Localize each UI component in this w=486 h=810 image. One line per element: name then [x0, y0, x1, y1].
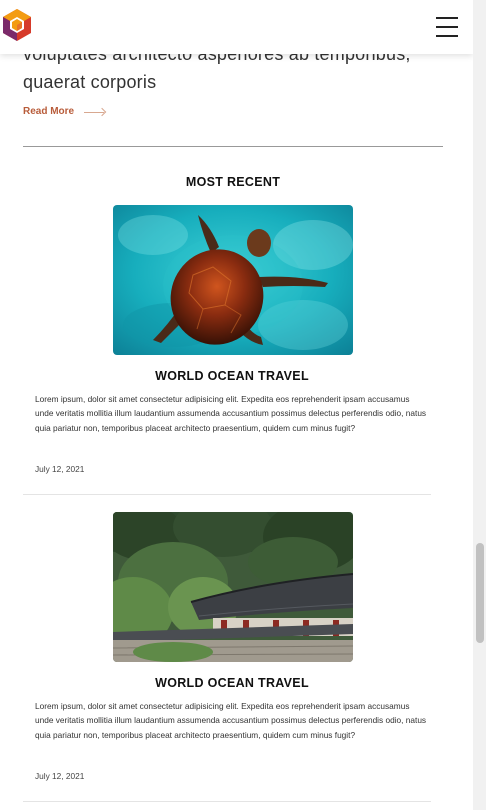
- post-date: July 12, 2021: [35, 464, 85, 474]
- read-more-link[interactable]: Read More: [23, 106, 106, 117]
- read-more-label: Read More: [23, 106, 75, 117]
- post-title[interactable]: WORLD OCEAN TRAVEL: [23, 676, 441, 690]
- post-title[interactable]: WORLD OCEAN TRAVEL: [23, 369, 441, 383]
- card-divider: [23, 494, 431, 495]
- post-date: July 12, 2021: [35, 771, 85, 781]
- post-excerpt: Lorem ipsum, dolor sit amet consectetur …: [35, 701, 427, 740]
- sea-turtle-image[interactable]: [113, 205, 353, 355]
- section-title: MOST RECENT: [185, 175, 281, 189]
- hamburger-menu-icon[interactable]: [436, 16, 458, 38]
- arrow-right-icon: [84, 108, 106, 116]
- page: voluptates architecto asperiores ab temp…: [0, 0, 473, 810]
- section-divider: [23, 146, 443, 147]
- korean-temple-image[interactable]: [113, 512, 353, 662]
- card-divider: [23, 801, 431, 802]
- site-header: [0, 0, 473, 54]
- vertical-scrollbar[interactable]: [473, 0, 486, 810]
- post-excerpt: Lorem ipsum, dolor sit amet consectetur …: [35, 394, 427, 433]
- hexagon-logo-icon[interactable]: [2, 8, 32, 42]
- scrollbar-thumb[interactable]: [476, 543, 484, 643]
